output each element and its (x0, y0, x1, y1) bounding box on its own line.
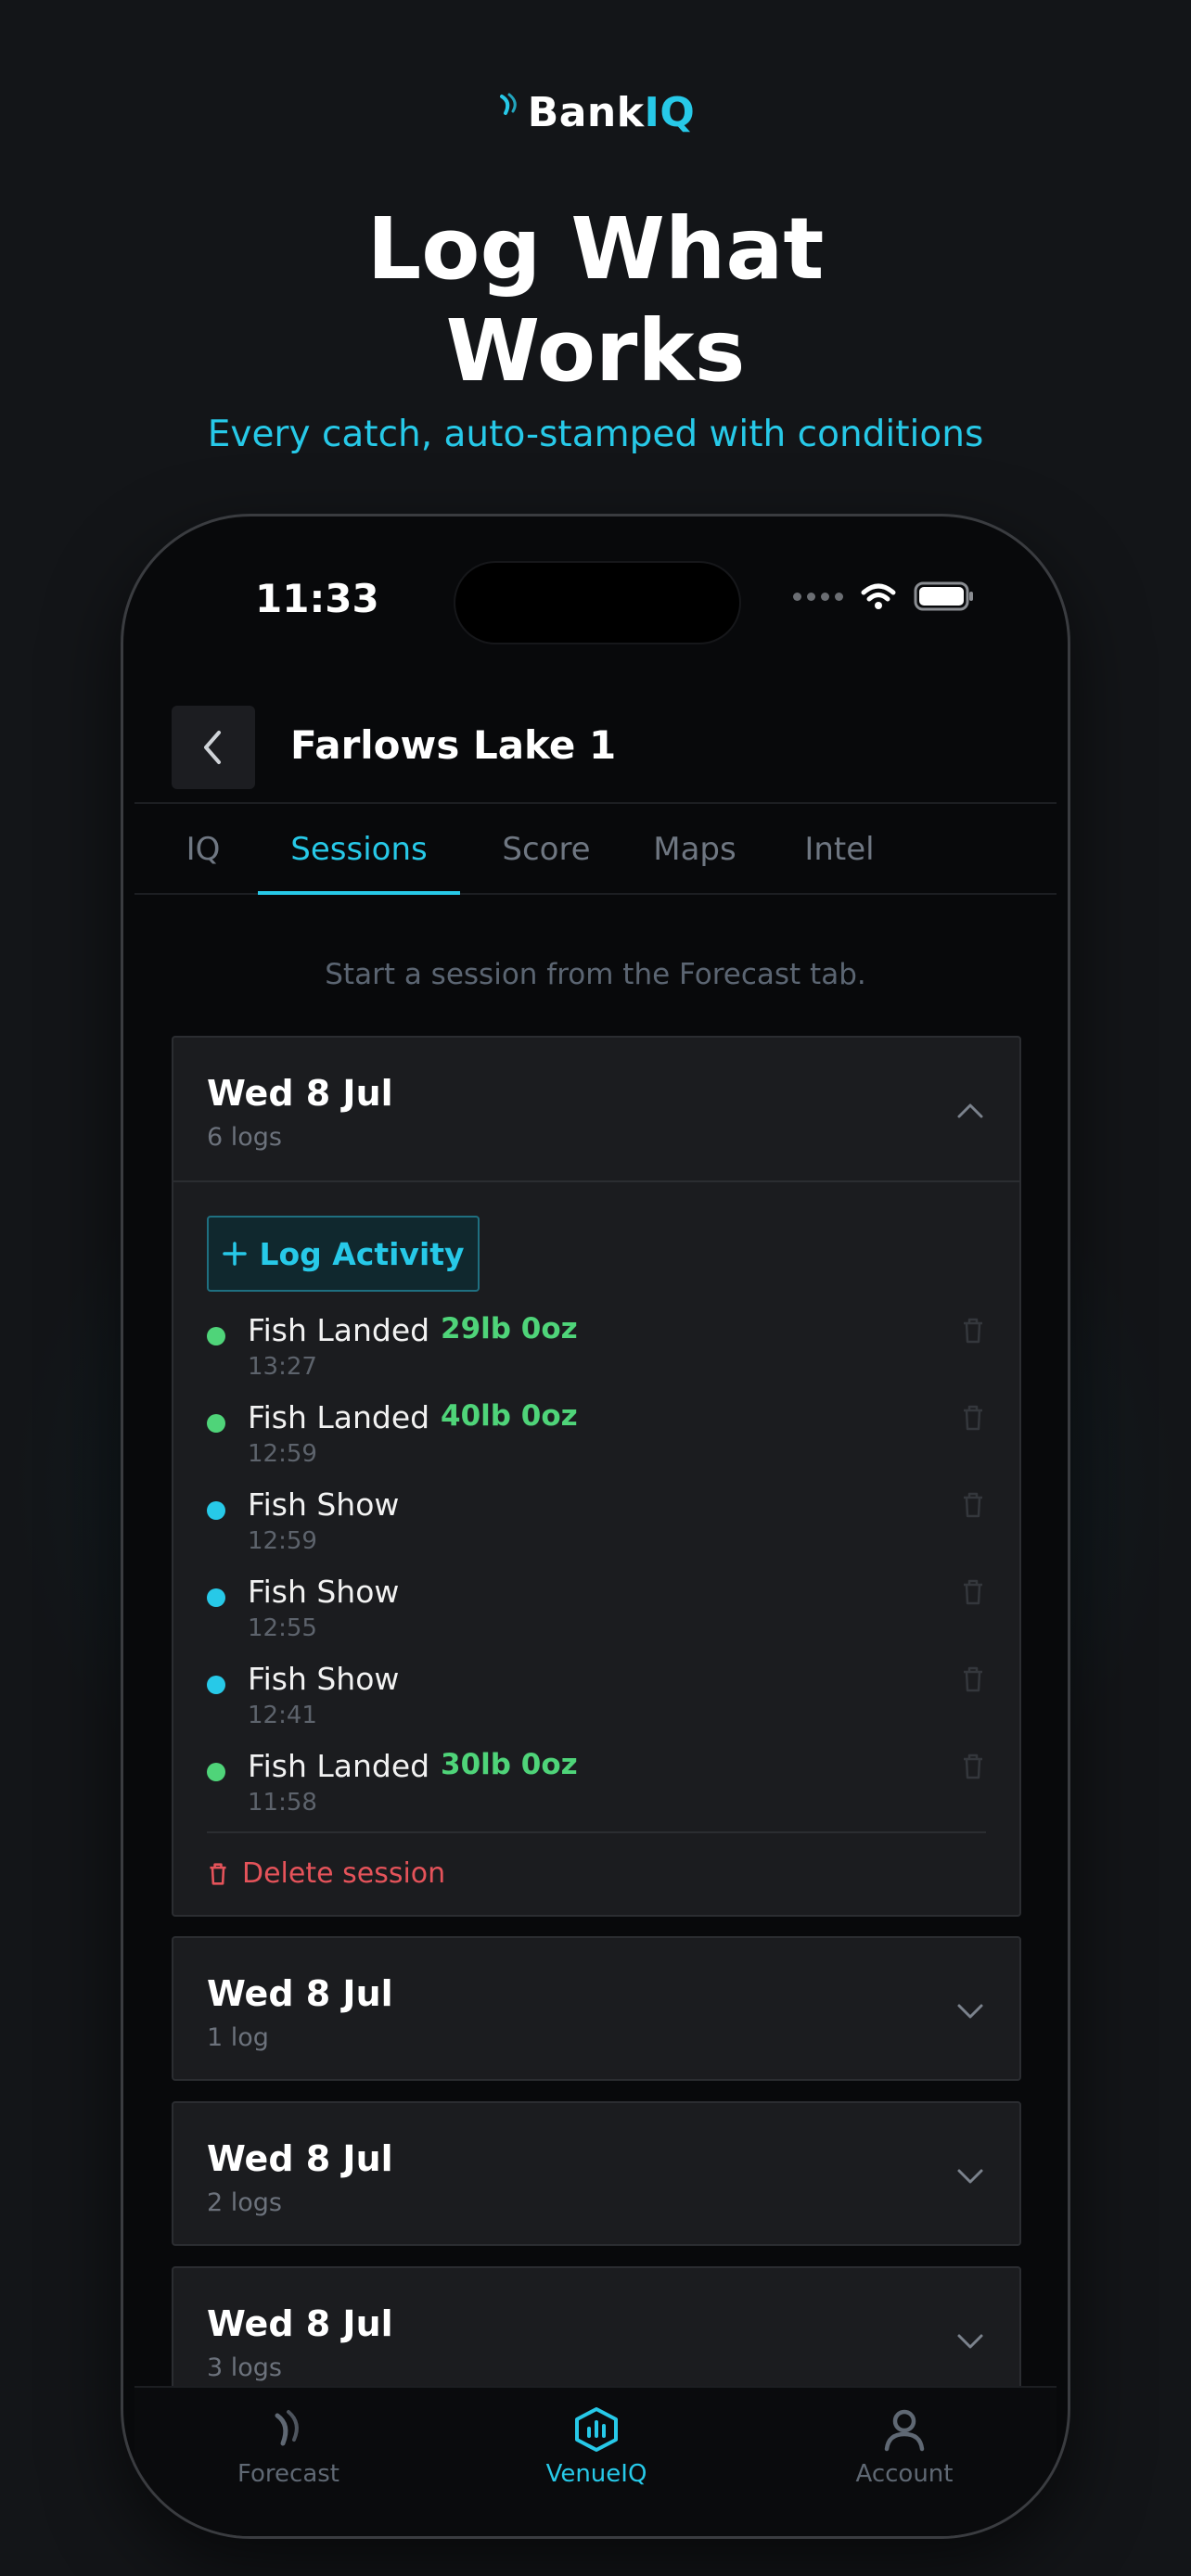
chevron-left-icon (204, 731, 221, 764)
tab-maps[interactable]: Maps (630, 806, 760, 895)
chevron-up-icon (957, 1103, 983, 1118)
tabbar-forecast-label: Forecast (237, 2460, 340, 2488)
trash-icon (210, 1862, 226, 1885)
log-weight: 40lb 0oz (441, 1399, 578, 1433)
log-type: Fish Show (248, 1661, 400, 1697)
log-dot (207, 1327, 225, 1345)
log-item: Fish Show 12:41 (207, 1661, 986, 1748)
log-type: Fish Landed (248, 1748, 430, 1784)
trash-icon[interactable] (960, 1664, 986, 1694)
trash-icon[interactable] (960, 1490, 986, 1520)
log-time: 12:55 (248, 1614, 317, 1642)
tab-score[interactable]: Score (477, 806, 616, 895)
chevron-down-icon (957, 2169, 983, 2184)
chevron-down-icon (957, 2004, 983, 2019)
log-weight: 29lb 0oz (441, 1312, 578, 1345)
log-dot (207, 1501, 225, 1520)
session-date: Wed 8 Jul (207, 1073, 393, 1114)
session-log-count: 2 logs (207, 2188, 282, 2217)
session-body: Log Activity Fish Landed 29lb 0oz 13:27 … (173, 1180, 1019, 1917)
tabbar-forecast[interactable]: Forecast (196, 2406, 381, 2488)
log-activity-label: Log Activity (259, 1235, 465, 1272)
session-hint: Start a session from the Forecast tab. (325, 958, 866, 991)
log-type: Fish Show (248, 1486, 400, 1523)
log-activity-button[interactable]: Log Activity (207, 1216, 480, 1292)
log-dot (207, 1763, 225, 1781)
trash-icon[interactable] (960, 1577, 986, 1607)
log-time: 13:27 (248, 1353, 317, 1381)
tab-bar-top: IQ Sessions Score Maps Intel (134, 806, 1057, 895)
phone-frame: 11:33 Farlows Lake 1 IQ Sessions Score M… (121, 514, 1070, 2539)
tabbar-venueiq-label: VenueIQ (545, 2460, 647, 2488)
tab-sessions[interactable]: Sessions (258, 806, 460, 895)
session-card: Wed 8 Jul 6 logs Log Activity Fish Lande… (172, 1036, 1021, 1917)
session-date: Wed 8 Jul (207, 2303, 393, 2344)
session-log-count: 6 logs (207, 1123, 282, 1152)
log-item: Fish Show 12:59 (207, 1486, 986, 1574)
brand-logo: BankIQ (0, 89, 1191, 136)
hero-subtitle: Every catch, auto-stamped with condition… (207, 414, 984, 455)
log-item: Fish Landed 29lb 0oz 13:27 (207, 1312, 986, 1399)
log-item: Fish Show 12:55 (207, 1574, 986, 1661)
log-dot (207, 1414, 225, 1433)
delete-session-label: Delete session (242, 1857, 446, 1890)
session-log-count: 3 logs (207, 2353, 282, 2382)
trash-icon[interactable] (960, 1316, 986, 1345)
venueiq-icon (575, 2407, 618, 2452)
log-item: Fish Landed 30lb 0oz 11:58 (207, 1748, 986, 1835)
session-header[interactable]: Wed 8 Jul 6 logs (173, 1038, 1019, 1180)
session-log-count: 1 log (207, 2023, 269, 2052)
tabbar-venueiq[interactable]: VenueIQ (504, 2406, 689, 2488)
log-time: 12:59 (248, 1440, 317, 1468)
top-nav: Farlows Lake 1 (134, 695, 1057, 804)
log-time: 11:58 (248, 1789, 317, 1817)
status-time: 11:33 (255, 576, 379, 621)
session-date: Wed 8 Jul (207, 1973, 393, 2014)
log-weight: 30lb 0oz (441, 1748, 578, 1781)
log-dot (207, 1588, 225, 1607)
trash-icon[interactable] (960, 1403, 986, 1433)
log-type: Fish Landed (248, 1312, 430, 1348)
dynamic-island (454, 561, 741, 644)
account-icon (884, 2409, 925, 2452)
brand-name-part1: Bank (527, 89, 645, 136)
back-button[interactable] (172, 706, 255, 789)
plus-icon (223, 1242, 248, 1266)
bottom-tab-bar: Forecast VenueIQ Account (134, 2386, 1057, 2536)
log-type: Fish Show (248, 1574, 400, 1610)
forecast-icon (275, 2410, 299, 2446)
status-icons (793, 581, 975, 611)
log-dot (207, 1676, 225, 1694)
tabbar-account[interactable]: Account (812, 2406, 997, 2488)
wifi-icon (861, 583, 896, 609)
log-time: 12:59 (248, 1527, 317, 1555)
divider (207, 1831, 986, 1833)
session-header[interactable]: Wed 8 Jul 1 log (173, 1938, 1019, 2081)
log-type: Fish Landed (248, 1399, 430, 1435)
tab-iq[interactable]: IQ (166, 806, 240, 895)
session-card[interactable]: Wed 8 Jul 2 logs (172, 2101, 1021, 2246)
tab-intel[interactable]: Intel (775, 806, 904, 895)
log-item: Fish Landed 40lb 0oz 12:59 (207, 1399, 986, 1486)
signal-logo-icon (499, 93, 517, 115)
session-date: Wed 8 Jul (207, 2138, 393, 2179)
tabbar-account-label: Account (855, 2460, 954, 2488)
delete-session-button[interactable]: Delete session (207, 1857, 445, 1890)
log-time: 12:41 (248, 1702, 317, 1729)
session-header[interactable]: Wed 8 Jul 2 logs (173, 2103, 1019, 2246)
trash-icon[interactable] (960, 1752, 986, 1781)
brand-name-part2: IQ (644, 89, 696, 136)
signal-dots-icon (793, 592, 843, 601)
hero-title: Log What Works (366, 199, 825, 401)
venue-title: Farlows Lake 1 (290, 722, 617, 768)
battery-icon (914, 581, 973, 611)
session-card[interactable]: Wed 8 Jul 1 log (172, 1936, 1021, 2081)
chevron-down-icon (957, 2334, 983, 2349)
